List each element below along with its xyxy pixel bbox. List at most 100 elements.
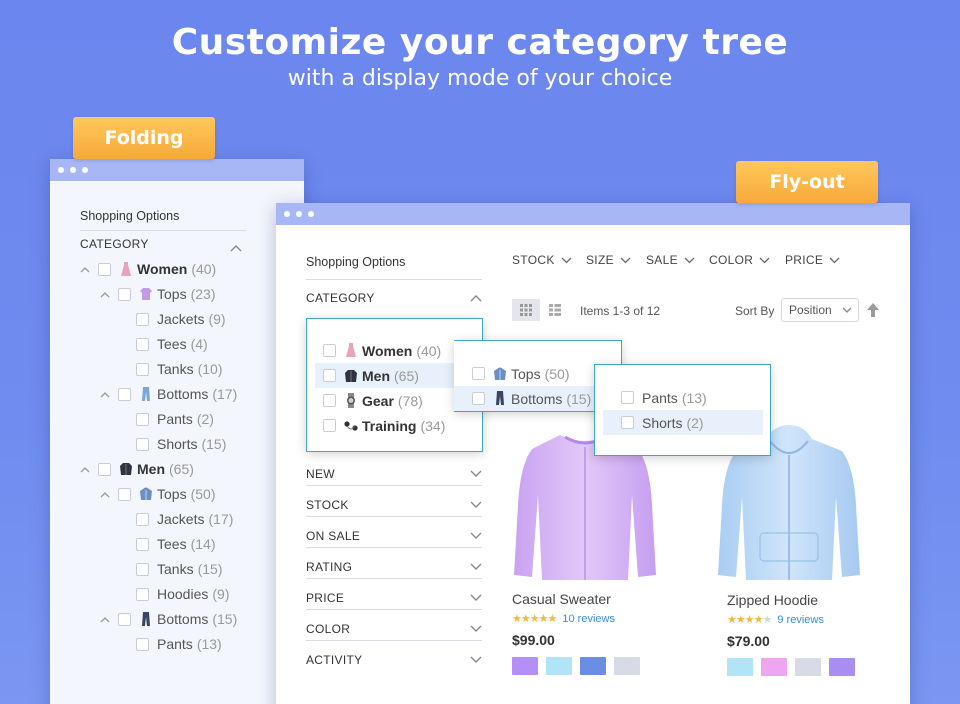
flyout-item[interactable]: Women (40): [315, 338, 455, 363]
chevron-down-icon: [470, 591, 482, 605]
filter-rating[interactable]: RATING: [306, 557, 482, 577]
color-swatch[interactable]: [512, 657, 538, 675]
category-filter[interactable]: CATEGORY: [306, 288, 482, 308]
tree-item[interactable]: Tees (14): [136, 534, 215, 554]
tree-item[interactable]: Tees (4): [136, 334, 208, 354]
top-filter-sale[interactable]: SALE: [646, 253, 695, 267]
checkbox[interactable]: [136, 437, 149, 451]
color-swatch[interactable]: [829, 658, 855, 676]
checkbox[interactable]: [472, 392, 485, 405]
tree-item[interactable]: Tops (23): [98, 284, 215, 304]
checkbox[interactable]: [136, 412, 149, 426]
flyout-item[interactable]: Training (34): [315, 413, 455, 438]
chevron-up-icon[interactable]: [98, 487, 112, 501]
checkbox[interactable]: [136, 562, 149, 576]
chevron-up-icon[interactable]: [78, 462, 92, 476]
checkbox[interactable]: [136, 512, 149, 526]
checkbox[interactable]: [136, 537, 149, 551]
sort-by-label: Sort By: [735, 304, 775, 318]
color-swatch[interactable]: [614, 657, 640, 675]
reviews-link[interactable]: 9 reviews: [777, 614, 823, 626]
filter-on-sale[interactable]: ON SALE: [306, 526, 482, 546]
tree-item[interactable]: Women (40): [78, 259, 216, 279]
tree-item[interactable]: Shorts (15): [136, 434, 226, 454]
filter-stock[interactable]: STOCK: [306, 495, 482, 515]
chevron-up-icon[interactable]: [230, 239, 242, 257]
checkbox[interactable]: [136, 337, 149, 351]
top-filter-size[interactable]: SIZE: [586, 253, 631, 267]
flyout-item[interactable]: Tops (50): [454, 361, 602, 386]
reviews-link[interactable]: 10 reviews: [562, 613, 615, 625]
filter-activity[interactable]: ACTIVITY: [306, 650, 482, 670]
color-swatch[interactable]: [727, 658, 753, 676]
sort-select[interactable]: Position: [781, 298, 859, 322]
filter-price[interactable]: PRICE: [306, 588, 482, 608]
tree-item[interactable]: Pants (2): [136, 409, 214, 429]
tree-item-count: (9): [212, 586, 230, 602]
flyout-item-label: Shorts: [642, 414, 683, 431]
flyout-item[interactable]: Shorts (2): [603, 410, 763, 435]
chevron-up-icon[interactable]: [98, 612, 112, 626]
checkbox[interactable]: [136, 637, 149, 651]
checkbox[interactable]: [621, 416, 634, 429]
top-filter-color[interactable]: COLOR: [709, 253, 770, 267]
chevron-down-icon: [829, 253, 840, 267]
tree-item[interactable]: Bottoms (17): [98, 384, 237, 404]
star-icon: ★: [547, 613, 558, 625]
checkbox[interactable]: [621, 391, 634, 404]
flyout-item[interactable]: Pants (13): [603, 385, 763, 410]
chevron-down-icon: [561, 253, 572, 267]
tree-item[interactable]: Bottoms (15): [98, 609, 237, 629]
color-swatch[interactable]: [580, 657, 606, 675]
hoodie-icon: [139, 486, 153, 502]
checkbox[interactable]: [98, 262, 111, 276]
flyout-item[interactable]: Bottoms (15): [454, 386, 602, 411]
chevron-up-icon: [470, 295, 482, 302]
chevron-up-icon[interactable]: [98, 287, 112, 301]
checkbox[interactable]: [118, 612, 131, 626]
checkbox[interactable]: [118, 387, 131, 401]
flyout-item[interactable]: Gear (78): [315, 388, 455, 413]
checkbox[interactable]: [323, 369, 336, 382]
top-filter-price[interactable]: PRICE: [785, 253, 840, 267]
tree-item[interactable]: Pants (13): [136, 634, 222, 654]
filter-label: RATING: [306, 560, 353, 574]
tree-item[interactable]: Men (65): [78, 459, 194, 479]
color-swatch[interactable]: [795, 658, 821, 676]
top-filter-stock[interactable]: STOCK: [512, 253, 572, 267]
filter-new[interactable]: NEW: [306, 464, 482, 484]
tree-item[interactable]: Tops (50): [98, 484, 215, 504]
checkbox[interactable]: [98, 462, 111, 476]
grid-view-button[interactable]: [512, 299, 540, 321]
checkbox[interactable]: [323, 419, 336, 432]
checkbox[interactable]: [323, 344, 336, 357]
filter-label: PRICE: [306, 591, 345, 605]
chevron-down-icon: [470, 653, 482, 667]
checkbox[interactable]: [136, 362, 149, 376]
tree-item[interactable]: Jackets (9): [136, 309, 226, 329]
sort-direction-icon[interactable]: [866, 302, 880, 323]
color-swatch[interactable]: [761, 658, 787, 676]
items-count: Items 1-3 of 12: [580, 304, 661, 318]
filter-color[interactable]: COLOR: [306, 619, 482, 639]
chevron-up-icon[interactable]: [98, 387, 112, 401]
tree-item-count: (2): [196, 411, 214, 427]
checkbox[interactable]: [136, 312, 149, 326]
checkbox[interactable]: [323, 394, 336, 407]
product-name[interactable]: Casual Sweater: [512, 591, 611, 607]
checkbox[interactable]: [136, 587, 149, 601]
tree-item[interactable]: Tanks (10): [136, 359, 222, 379]
checkbox[interactable]: [118, 487, 131, 501]
color-swatch[interactable]: [546, 657, 572, 675]
chevron-up-icon[interactable]: [78, 262, 92, 276]
tree-item-label: Tops: [157, 286, 187, 302]
chevron-down-icon: [620, 253, 631, 267]
tree-item[interactable]: Hoodies (9): [136, 584, 230, 604]
product-name[interactable]: Zipped Hoodie: [727, 592, 818, 608]
checkbox[interactable]: [118, 287, 131, 301]
checkbox[interactable]: [472, 367, 485, 380]
flyout-item[interactable]: Men (65): [315, 363, 455, 388]
tree-item[interactable]: Tanks (15): [136, 559, 222, 579]
tree-item[interactable]: Jackets (17): [136, 509, 233, 529]
list-view-button[interactable]: [541, 299, 569, 321]
